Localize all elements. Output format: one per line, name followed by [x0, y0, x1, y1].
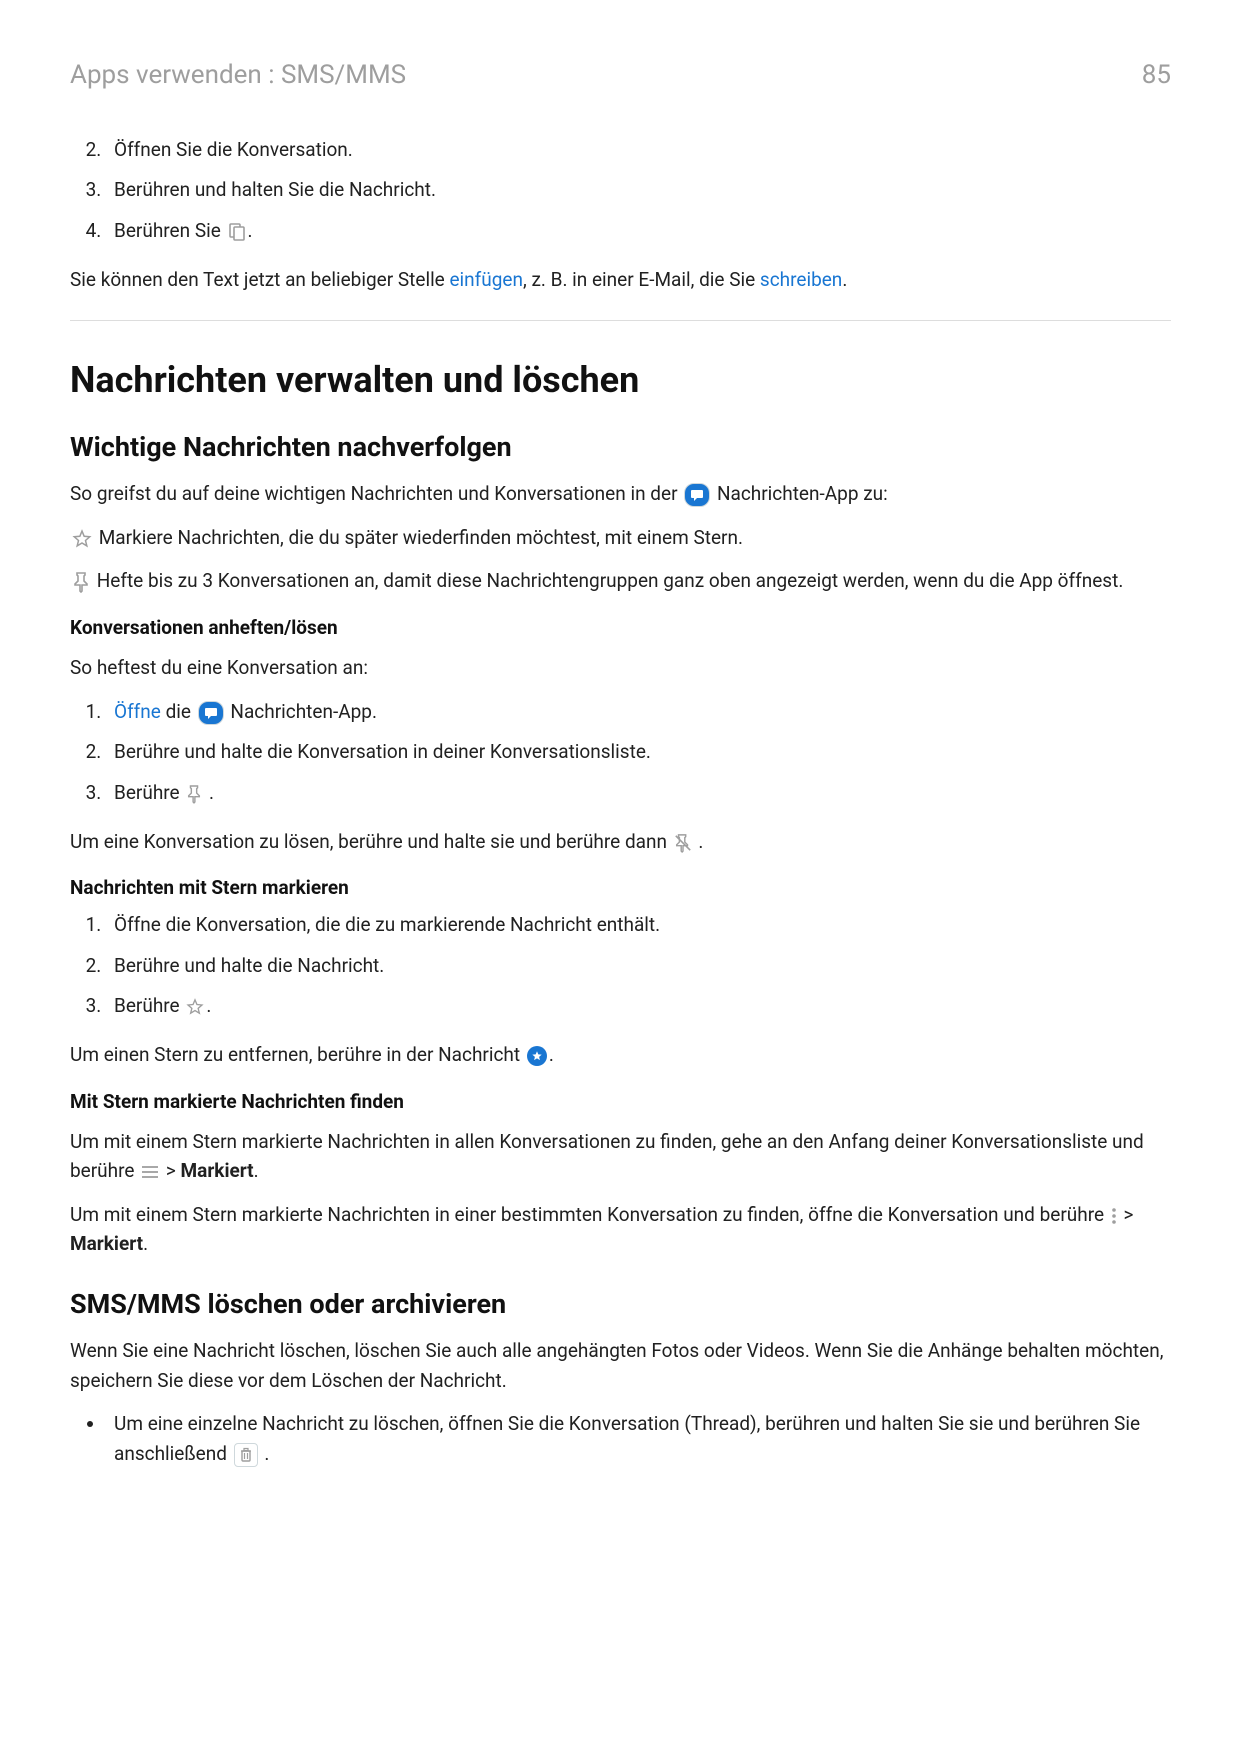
list-item: Berühre und halte die Konversation in de…: [106, 736, 1171, 768]
pin-feature-line: Hefte bis zu 3 Konversationen an, damit …: [70, 566, 1171, 595]
text: Sie können den Text jetzt an beliebiger …: [70, 268, 449, 291]
find-one-paragraph: Um mit einem Stern markierte Nachrichten…: [70, 1200, 1171, 1259]
messages-app-icon: [198, 701, 224, 725]
open-link[interactable]: Öffne: [114, 700, 161, 723]
text: .: [694, 830, 704, 853]
text: Um einen Stern zu entfernen, berühre in …: [70, 1043, 525, 1066]
list-item: Öffne die Konversation, die die zu marki…: [106, 909, 1171, 941]
document-page: Apps verwenden : SMS/MMS 85 Öffnen Sie d…: [0, 0, 1241, 1538]
text: .: [842, 268, 847, 291]
bold-label: Markiert: [70, 1232, 143, 1255]
copy-steps-list: Öffnen Sie die Konversation. Berühren un…: [70, 134, 1171, 247]
text: .: [260, 1442, 270, 1465]
text: So greifst du auf deine wichtigen Nachri…: [70, 482, 682, 505]
unpin-icon: [674, 833, 692, 853]
step-text: Öffnen Sie die Konversation.: [114, 138, 353, 161]
heading-2: SMS/MMS löschen oder archivieren: [70, 1288, 1171, 1320]
step-text: Öffne die Konversation, die die zu marki…: [114, 913, 660, 936]
pin-icon: [186, 784, 202, 804]
heading-3: Nachrichten mit Stern markieren: [70, 876, 1171, 899]
copy-icon: [228, 222, 246, 242]
step-text: Berühre und halte die Konversation in de…: [114, 740, 651, 763]
star-outline-icon: [186, 998, 204, 1016]
text: die: [161, 700, 196, 723]
text: >: [1119, 1203, 1134, 1226]
delete-bullet-list: Um eine einzelne Nachricht zu löschen, ö…: [70, 1409, 1171, 1468]
list-item: Berühren und halten Sie die Nachricht.: [106, 174, 1171, 206]
star-steps-list: Öffne die Konversation, die die zu marki…: [70, 909, 1171, 1022]
find-all-paragraph: Um mit einem Stern markierte Nachrichten…: [70, 1127, 1171, 1186]
step-text: Berühren Sie: [114, 219, 226, 242]
trash-icon: [234, 1443, 258, 1467]
text: .: [254, 1159, 259, 1182]
list-item: Berühre .: [106, 777, 1171, 809]
compose-link[interactable]: schreiben: [760, 268, 842, 291]
heading-1: Nachrichten verwalten und löschen: [70, 359, 1171, 401]
star-outline-icon: [72, 529, 92, 549]
more-vert-icon: [1111, 1207, 1117, 1225]
text: .: [549, 1043, 554, 1066]
messages-app-icon: [684, 483, 710, 507]
text: >: [161, 1159, 180, 1182]
pin-steps-list: Öffne die Nachrichten-App. Berühre und h…: [70, 696, 1171, 809]
text: .: [143, 1232, 148, 1255]
text: Nachrichten-App.: [226, 700, 377, 723]
unstar-paragraph: Um einen Stern zu entfernen, berühre in …: [70, 1040, 1171, 1069]
list-item: Berühre .: [106, 990, 1171, 1022]
step-text: Berühre: [114, 781, 184, 804]
text: Um mit einem Stern markierte Nachrichten…: [70, 1203, 1109, 1226]
page-header: Apps verwenden : SMS/MMS 85: [70, 60, 1171, 90]
step-text: Berühre und halte die Nachricht.: [114, 954, 384, 977]
pin-intro: So heftest du eine Konversation an:: [70, 653, 1171, 682]
unpin-paragraph: Um eine Konversation zu lösen, berühre u…: [70, 827, 1171, 856]
step-text: Berühren und halten Sie die Nachricht.: [114, 178, 436, 201]
step-text: .: [204, 781, 214, 804]
pin-outline-icon: [72, 571, 90, 593]
star-filled-icon: [527, 1046, 547, 1066]
step-text: .: [248, 219, 253, 242]
heading-3: Konversationen anheften/lösen: [70, 616, 1171, 639]
text: Hefte bis zu 3 Konversationen an, damit …: [92, 569, 1123, 592]
breadcrumb: Apps verwenden : SMS/MMS: [70, 60, 406, 90]
list-item: Um eine einzelne Nachricht zu löschen, ö…: [106, 1409, 1171, 1468]
list-item: Berühre und halte die Nachricht.: [106, 950, 1171, 982]
heading-2: Wichtige Nachrichten nachverfolgen: [70, 431, 1171, 463]
text: , z. B. in einer E-Mail, die Sie: [523, 268, 760, 291]
page-number: 85: [1142, 60, 1171, 90]
step-text: .: [206, 994, 211, 1017]
paste-paragraph: Sie können den Text jetzt an beliebiger …: [70, 265, 1171, 294]
paste-link[interactable]: einfügen: [449, 268, 523, 291]
list-item: Öffnen Sie die Konversation.: [106, 134, 1171, 166]
star-feature-line: Markiere Nachrichten, die du später wied…: [70, 523, 1171, 552]
delete-intro: Wenn Sie eine Nachricht löschen, löschen…: [70, 1336, 1171, 1395]
text: Um eine Konversation zu lösen, berühre u…: [70, 830, 672, 853]
heading-3: Mit Stern markierte Nachrichten finden: [70, 1090, 1171, 1113]
hamburger-menu-icon: [141, 1165, 159, 1179]
bold-label: Markiert: [181, 1159, 254, 1182]
text: Markiere Nachrichten, die du später wied…: [94, 526, 743, 549]
list-item: Öffne die Nachrichten-App.: [106, 696, 1171, 728]
list-item: Berühren Sie .: [106, 215, 1171, 247]
step-text: Berühre: [114, 994, 184, 1017]
divider: [70, 320, 1171, 321]
intro-paragraph: So greifst du auf deine wichtigen Nachri…: [70, 479, 1171, 508]
text: Nachrichten-App zu:: [712, 482, 887, 505]
